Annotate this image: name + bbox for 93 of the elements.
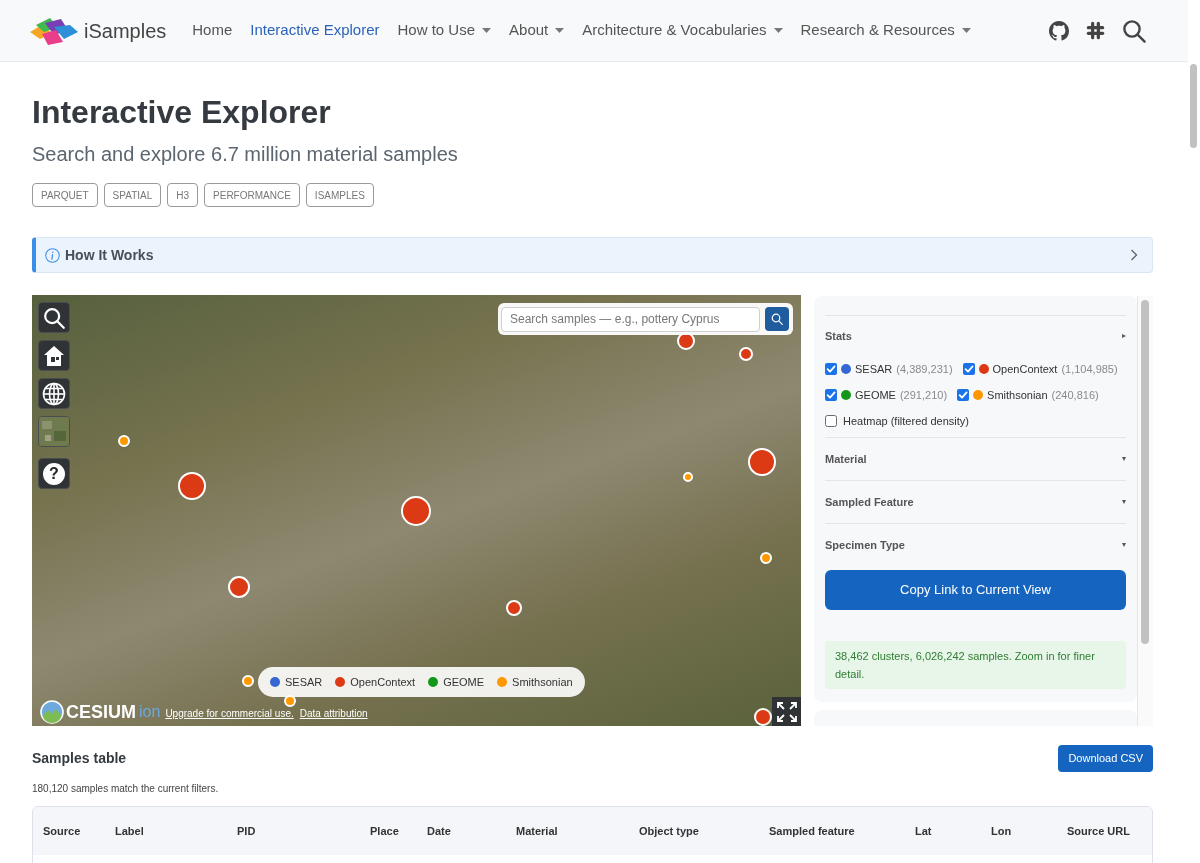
tag[interactable]: ISAMPLES [305,183,374,207]
legend-label: OpenContext [350,674,416,690]
column-header[interactable]: Object type [639,822,769,840]
credit-link[interactable]: Data attribution [299,708,368,720]
cluster-marker[interactable] [506,600,522,616]
tag[interactable]: H3 [167,183,199,207]
option-label: Heatmap (filtered density) [843,413,969,429]
nav-link[interactable]: Home [192,19,233,42]
column-header[interactable]: Lon [991,822,1067,840]
status-message: 38,462 clusters, 6,026,242 samples. Zoom in for finer detail. [825,641,1126,689]
legend-label: SESAR [285,674,323,690]
column-header[interactable]: Date [427,822,516,840]
column-header[interactable]: Label [115,822,237,840]
source-count: (4,389,231) [896,361,953,377]
page-subtitle: Search and explore 6.7 million material samples [32,142,459,167]
section-toggle[interactable]: ▾ [1122,496,1126,508]
section-title[interactable]: Sampled Feature [825,493,914,511]
cluster-marker[interactable] [401,496,431,526]
checkbox[interactable] [825,415,837,427]
legend-label: GEOME [443,674,485,690]
logo-wordmark: CESIUM [66,703,136,721]
info-icon [45,247,60,263]
checkbox[interactable] [825,389,837,401]
search-icon [771,313,783,325]
search-icon[interactable] [1122,18,1146,43]
source-name: Smithsonian [987,387,1048,403]
cluster-marker[interactable] [683,472,693,482]
legend-label: Smithsonian [512,674,573,690]
tag[interactable]: PERFORMANCE [204,183,300,207]
tag[interactable]: SPATIAL [103,183,162,207]
how-it-works-callout[interactable]: How It Works [32,237,1153,273]
column-header[interactable]: Source [43,822,115,840]
tag[interactable]: PARQUET [32,183,98,207]
house-icon [43,344,65,367]
source-name: SESAR [855,361,893,377]
column-header[interactable]: Sampled feature [769,822,915,840]
logo-wordmark-suffix: ion [139,704,161,720]
section-title[interactable]: Stats [825,327,852,345]
checkbox[interactable] [825,363,837,375]
search-button[interactable] [765,307,789,331]
expand-arrows-icon [776,701,797,722]
section-title[interactable]: Specimen Type [825,536,905,554]
cat-silhouette-icon[interactable] [1049,20,1069,41]
imagery-picker-button[interactable] [38,416,70,447]
source-count: (1,104,985) [1061,361,1118,377]
section-title[interactable]: Material [825,450,867,468]
cluster-marker[interactable] [242,675,254,687]
chevron-right-icon[interactable] [1128,249,1140,261]
globe-button[interactable] [38,378,70,409]
search-button[interactable] [38,302,70,333]
globe-logo-icon[interactable] [40,700,64,724]
copy-link-button[interactable]: Copy Link to Current View [825,570,1126,610]
section-heading: Samples table [32,749,127,768]
home-button[interactable] [38,340,70,371]
column-header[interactable]: PID [237,822,370,840]
column-header[interactable]: Source URL [1067,822,1152,840]
download-csv-button[interactable]: Download CSV [1058,745,1153,772]
result-count: 180,120 samples match the current filters. [32,782,220,796]
scrollbar-thumb[interactable] [1190,64,1197,148]
cluster-marker[interactable] [754,708,772,726]
globe-icon [42,381,66,406]
checkbox[interactable] [962,363,975,375]
section-toggle[interactable]: ▸ [1122,330,1126,342]
brand-name[interactable]: iSamples [84,15,167,46]
nav-link[interactable]: Research & Resources [800,19,971,42]
cluster-marker[interactable] [118,435,130,447]
source-count: (291,210) [899,387,948,403]
search-icon [43,306,65,329]
credit-link[interactable]: Upgrade for commercial use. [165,708,294,720]
nav-link[interactable]: About [509,19,565,42]
column-header[interactable]: Place [370,822,427,840]
column-header[interactable]: Material [516,822,639,840]
source-name: OpenContext [992,361,1058,377]
brand-logo-icon[interactable] [30,16,78,45]
checkbox[interactable] [957,389,970,401]
hash-icon[interactable] [1086,21,1105,40]
cluster-marker[interactable] [284,695,296,707]
section-toggle[interactable]: ▾ [1122,539,1126,551]
cluster-marker[interactable] [760,552,772,564]
fullscreen-button[interactable] [772,697,801,726]
column-header[interactable]: Lat [915,822,991,840]
source-name: GEOME [855,387,896,403]
nav-link[interactable]: How to Use [397,19,492,42]
satellite-thumbnail-icon [39,417,69,446]
section-toggle[interactable]: ▾ [1122,453,1126,465]
source-count: (240,816) [1051,387,1099,403]
help-button[interactable]: ? [38,458,70,489]
scrollbar-thumb[interactable] [1141,300,1149,644]
nav-link[interactable]: Interactive Explorer [250,19,380,42]
nav-link[interactable]: Architecture & Vocabularies [582,19,783,42]
cluster-marker[interactable] [739,347,753,361]
search-field[interactable]: Search samples — e.g., pottery Cyprus [501,306,760,332]
page-title: Interactive Explorer [32,93,332,132]
